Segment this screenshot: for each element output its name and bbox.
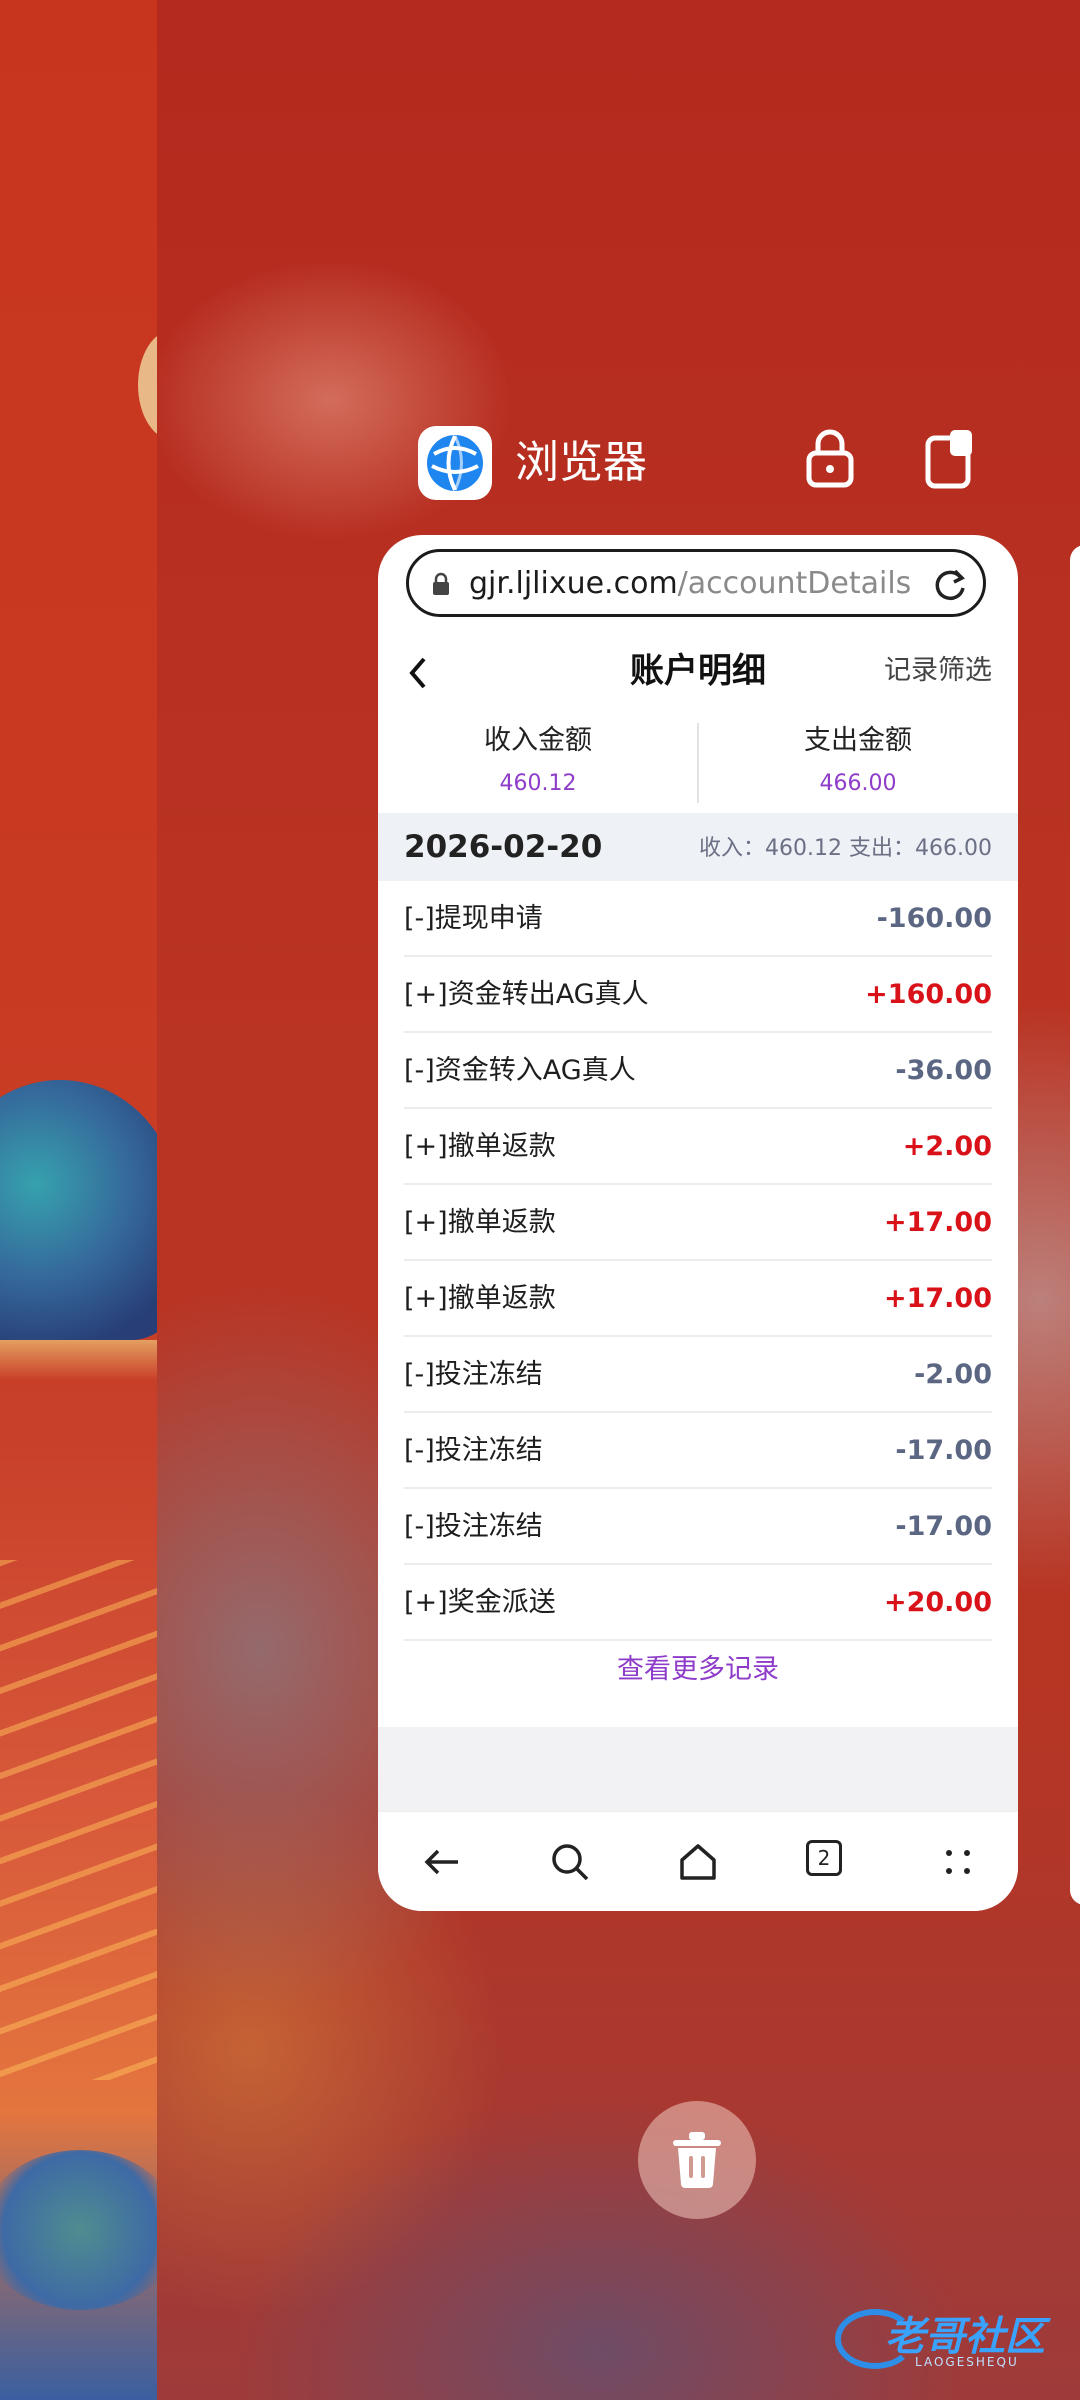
record-row[interactable]: [+]撤单返款 +2.00	[404, 1109, 992, 1185]
date-group-header: 2026-02-20 收入：460.12 支出：466.00	[378, 813, 1018, 881]
record-name: [+]撤单返款	[404, 1131, 556, 1162]
record-name: [-]投注冻结	[404, 1359, 543, 1390]
record-row[interactable]: [-]投注冻结 -17.00	[404, 1489, 992, 1565]
record-row[interactable]: [+]资金转出AG真人 +160.00	[404, 957, 992, 1033]
reload-icon[interactable]	[931, 566, 969, 604]
nav-back-icon[interactable]	[420, 1840, 464, 1884]
record-row[interactable]: [-]投注冻结 -17.00	[404, 1413, 992, 1489]
filter-records-link[interactable]: 记录筛选	[884, 653, 992, 689]
page-nav-bar: 账户明细 记录筛选	[378, 635, 1018, 711]
watermark-subtext: LAOGESHEQU	[915, 2355, 1019, 2369]
group-totals: 收入：460.12 支出：466.00	[699, 836, 992, 861]
split-screen-icon[interactable]	[920, 426, 980, 490]
url-path: /accountDetails	[677, 566, 912, 601]
wallpaper-gold-band	[0, 1340, 157, 1380]
wallpaper-water	[0, 1560, 157, 2080]
home-icon[interactable]	[676, 1840, 720, 1884]
record-name: [+]奖金派送	[404, 1587, 556, 1618]
record-list: [-]提现申请 -160.00 [+]资金转出AG真人 +160.00 [-]资金转…	[404, 881, 992, 1641]
expense-label: 支出金额	[804, 725, 912, 756]
record-name: [-]资金转入AG真人	[404, 1055, 636, 1086]
browser-globe-icon[interactable]	[418, 426, 492, 500]
tabs-icon[interactable]: 2	[806, 1840, 850, 1884]
record-row[interactable]: [+]奖金派送 +20.00	[404, 1565, 992, 1641]
record-row[interactable]: [-]提现申请 -160.00	[404, 881, 992, 957]
record-amount: -36.00	[895, 1055, 992, 1086]
url-bar[interactable]: gjr.ljlixue.com/accountDetails	[406, 549, 986, 617]
record-name: [-]投注冻结	[404, 1511, 543, 1542]
record-row[interactable]: [-]投注冻结 -2.00	[404, 1337, 992, 1413]
tab-count: 2	[806, 1840, 842, 1876]
record-name: [-]投注冻结	[404, 1435, 543, 1466]
expense-value: 466.00	[819, 771, 897, 796]
income-value: 460.12	[499, 771, 577, 796]
record-amount: -2.00	[914, 1359, 992, 1390]
group-date: 2026-02-20	[404, 829, 603, 865]
income-label: 收入金额	[484, 725, 592, 756]
expense-summary: 支出金额 466.00	[698, 715, 1018, 801]
lock-icon[interactable]	[800, 426, 860, 490]
url-host: gjr.ljlixue.com	[469, 566, 678, 601]
record-amount: -17.00	[895, 1511, 992, 1542]
wallpaper-hills	[0, 1080, 157, 1340]
record-name: [+]资金转出AG真人	[404, 979, 649, 1010]
amount-summary: 收入金额 460.12 支出金额 466.00	[378, 715, 1018, 813]
record-amount: +17.00	[883, 1283, 992, 1314]
previous-app-card[interactable]	[0, 0, 157, 2400]
next-app-card[interactable]	[1070, 545, 1080, 1905]
record-name: [-]提现申请	[404, 903, 543, 934]
record-amount: +17.00	[883, 1207, 992, 1238]
record-row[interactable]: [+]撤单返款 +17.00	[404, 1185, 992, 1261]
url-text: gjr.ljlixue.com/accountDetails	[469, 566, 911, 602]
app-name: 浏览器	[515, 437, 647, 488]
trash-icon	[673, 2132, 721, 2188]
watermark-text: 老哥社区	[885, 2314, 1045, 2360]
page-bottom-spacer	[378, 1727, 1018, 1811]
record-amount: -17.00	[895, 1435, 992, 1466]
search-icon[interactable]	[548, 1840, 592, 1884]
record-row[interactable]: [+]撤单返款 +17.00	[404, 1261, 992, 1337]
wallpaper-lotus	[0, 2150, 157, 2310]
record-row[interactable]: [-]资金转入AG真人 -36.00	[404, 1033, 992, 1109]
wallpaper-moon	[138, 330, 157, 440]
record-amount: -160.00	[876, 903, 992, 934]
record-amount: +20.00	[883, 1587, 992, 1618]
clear-all-button[interactable]	[638, 2101, 756, 2219]
record-name: [+]撤单返款	[404, 1283, 556, 1314]
browser-toolbar: 2	[378, 1811, 1018, 1911]
browser-app-card[interactable]: gjr.ljlixue.com/accountDetails 账户明细 记录筛选…	[378, 535, 1018, 1911]
view-more-records-link[interactable]: 查看更多记录	[378, 1652, 1018, 1688]
secure-lock-icon	[433, 572, 449, 595]
record-name: [+]撤单返款	[404, 1207, 556, 1238]
menu-dots-icon[interactable]	[936, 1840, 980, 1884]
record-amount: +160.00	[865, 979, 992, 1010]
record-amount: +2.00	[902, 1131, 992, 1162]
income-summary: 收入金额 460.12	[378, 715, 698, 801]
watermark-logo: 老哥社区 LAOGESHEQU	[835, 2305, 1065, 2375]
